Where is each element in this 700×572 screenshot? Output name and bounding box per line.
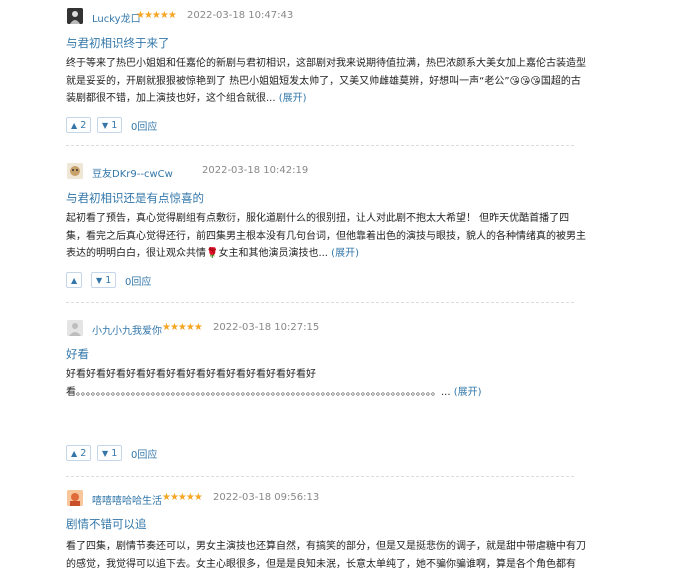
review-title[interactable]: 与君初相识终于来了 [66,35,170,51]
review-text: 起初看了预告，真心觉得剧组有点敷衍，服化道剧什么的很别扭，让人对此剧不抱太大希望… [66,213,586,259]
review-title[interactable]: 剧情不错可以追 [66,516,147,532]
review-date: 2022-03-18 09:56:13 [213,492,320,503]
avatar-image-icon [67,8,83,24]
username[interactable]: 豆友DKr9--cwCw [92,165,173,180]
review-item: 小九小九我爱你 ★★★★★ 2022-03-18 10:27:15 好看 好看好… [0,312,700,472]
rating-stars: ★★★★★ [162,322,203,333]
review-item: 豆友DKr9--cwCw 2022-03-18 10:42:19 与君初相识还是… [0,155,700,305]
reply-link[interactable]: 0回应 [125,273,151,288]
upvote-button[interactable]: ▲ 2 [66,117,92,133]
avatar[interactable] [67,320,83,336]
review-item: Lucky龙口 ★★★★★ 2022-03-18 10:47:43 与君初相识终… [0,0,700,142]
thumb-up-icon: ▲ [71,121,78,130]
review-title[interactable]: 好看 [66,346,89,362]
upvote-button[interactable]: ▲ [66,272,83,288]
avatar[interactable] [67,490,83,506]
avatar[interactable] [67,8,83,24]
thumb-up-icon: ▲ [71,276,78,285]
review-body: 起初看了预告，真心觉得剧组有点敷衍，服化道剧什么的很别扭，让人对此剧不抱太大希望… [66,210,586,263]
review-body: 看了四集，剧情节奏还可以，男女主演技也还算自然，有搞笑的部分，但是又是挺悲伤的调… [66,538,586,572]
review-body: 好看好看好看好看好看好看好看好看好看好看好看好看好看。。。。。。。。。。。。。。… [66,366,561,401]
avatar-image-icon [67,320,83,336]
downvote-count: 1 [111,448,118,459]
review-title[interactable]: 与君初相识还是有点惊喜的 [66,190,204,206]
upvote-button[interactable]: ▲ 2 [66,445,92,461]
downvote-button[interactable]: ▼ 1 [97,445,123,461]
thumb-down-icon: ▼ [102,449,109,458]
reply-link[interactable]: 0回应 [131,446,157,461]
rating-stars: ★★★★★ [136,10,177,21]
review-body: 终于等来了热巴小姐姐和任嘉伦的新剧与君初相识，这部剧对我来说期待值拉满，热巴浓颜… [66,55,586,108]
review-date: 2022-03-18 10:47:43 [187,10,294,21]
avatar-image-icon [67,163,83,179]
downvote-button[interactable]: ▼ 1 [91,272,117,288]
review-text: 看了四集，剧情节奏还可以，男女主演技也还算自然，有搞笑的部分，但是又是挺悲伤的调… [66,541,586,570]
downvote-count: 1 [111,120,118,131]
thumb-down-icon: ▼ [102,121,109,130]
avatar[interactable] [67,163,83,179]
review-item: 嘻嘻嘻哈哈生活 ★★★★★ 2022-03-18 09:56:13 剧情不错可以… [0,486,700,572]
expand-link[interactable]: (展开) [454,387,482,398]
upvote-count: 2 [80,448,87,459]
upvote-count: 2 [80,120,87,131]
review-text: 好看好看好看好看好看好看好看好看好看好看好看好看好看。。。。。。。。。。。。。。… [66,369,454,398]
downvote-count: 1 [105,275,112,286]
expand-link[interactable]: (展开) [331,248,359,259]
avatar-image-icon [67,490,83,506]
review-text: 终于等来了热巴小姐姐和任嘉伦的新剧与君初相识，这部剧对我来说期待值拉满，热巴浓颜… [66,58,586,104]
thumb-down-icon: ▼ [96,276,103,285]
downvote-button[interactable]: ▼ 1 [97,117,123,133]
reply-link[interactable]: 0回应 [131,118,157,133]
thumb-up-icon: ▲ [71,449,78,458]
divider [66,302,574,303]
divider [66,145,574,146]
username[interactable]: 小九小九我爱你 [92,322,162,337]
review-date: 2022-03-18 10:27:15 [213,322,320,333]
username[interactable]: Lucky龙口 [92,10,141,25]
expand-link[interactable]: (展开) [279,93,307,104]
review-date: 2022-03-18 10:42:19 [202,165,309,176]
rating-stars: ★★★★★ [162,492,203,503]
divider [66,476,574,477]
username[interactable]: 嘻嘻嘻哈哈生活 [92,492,162,507]
